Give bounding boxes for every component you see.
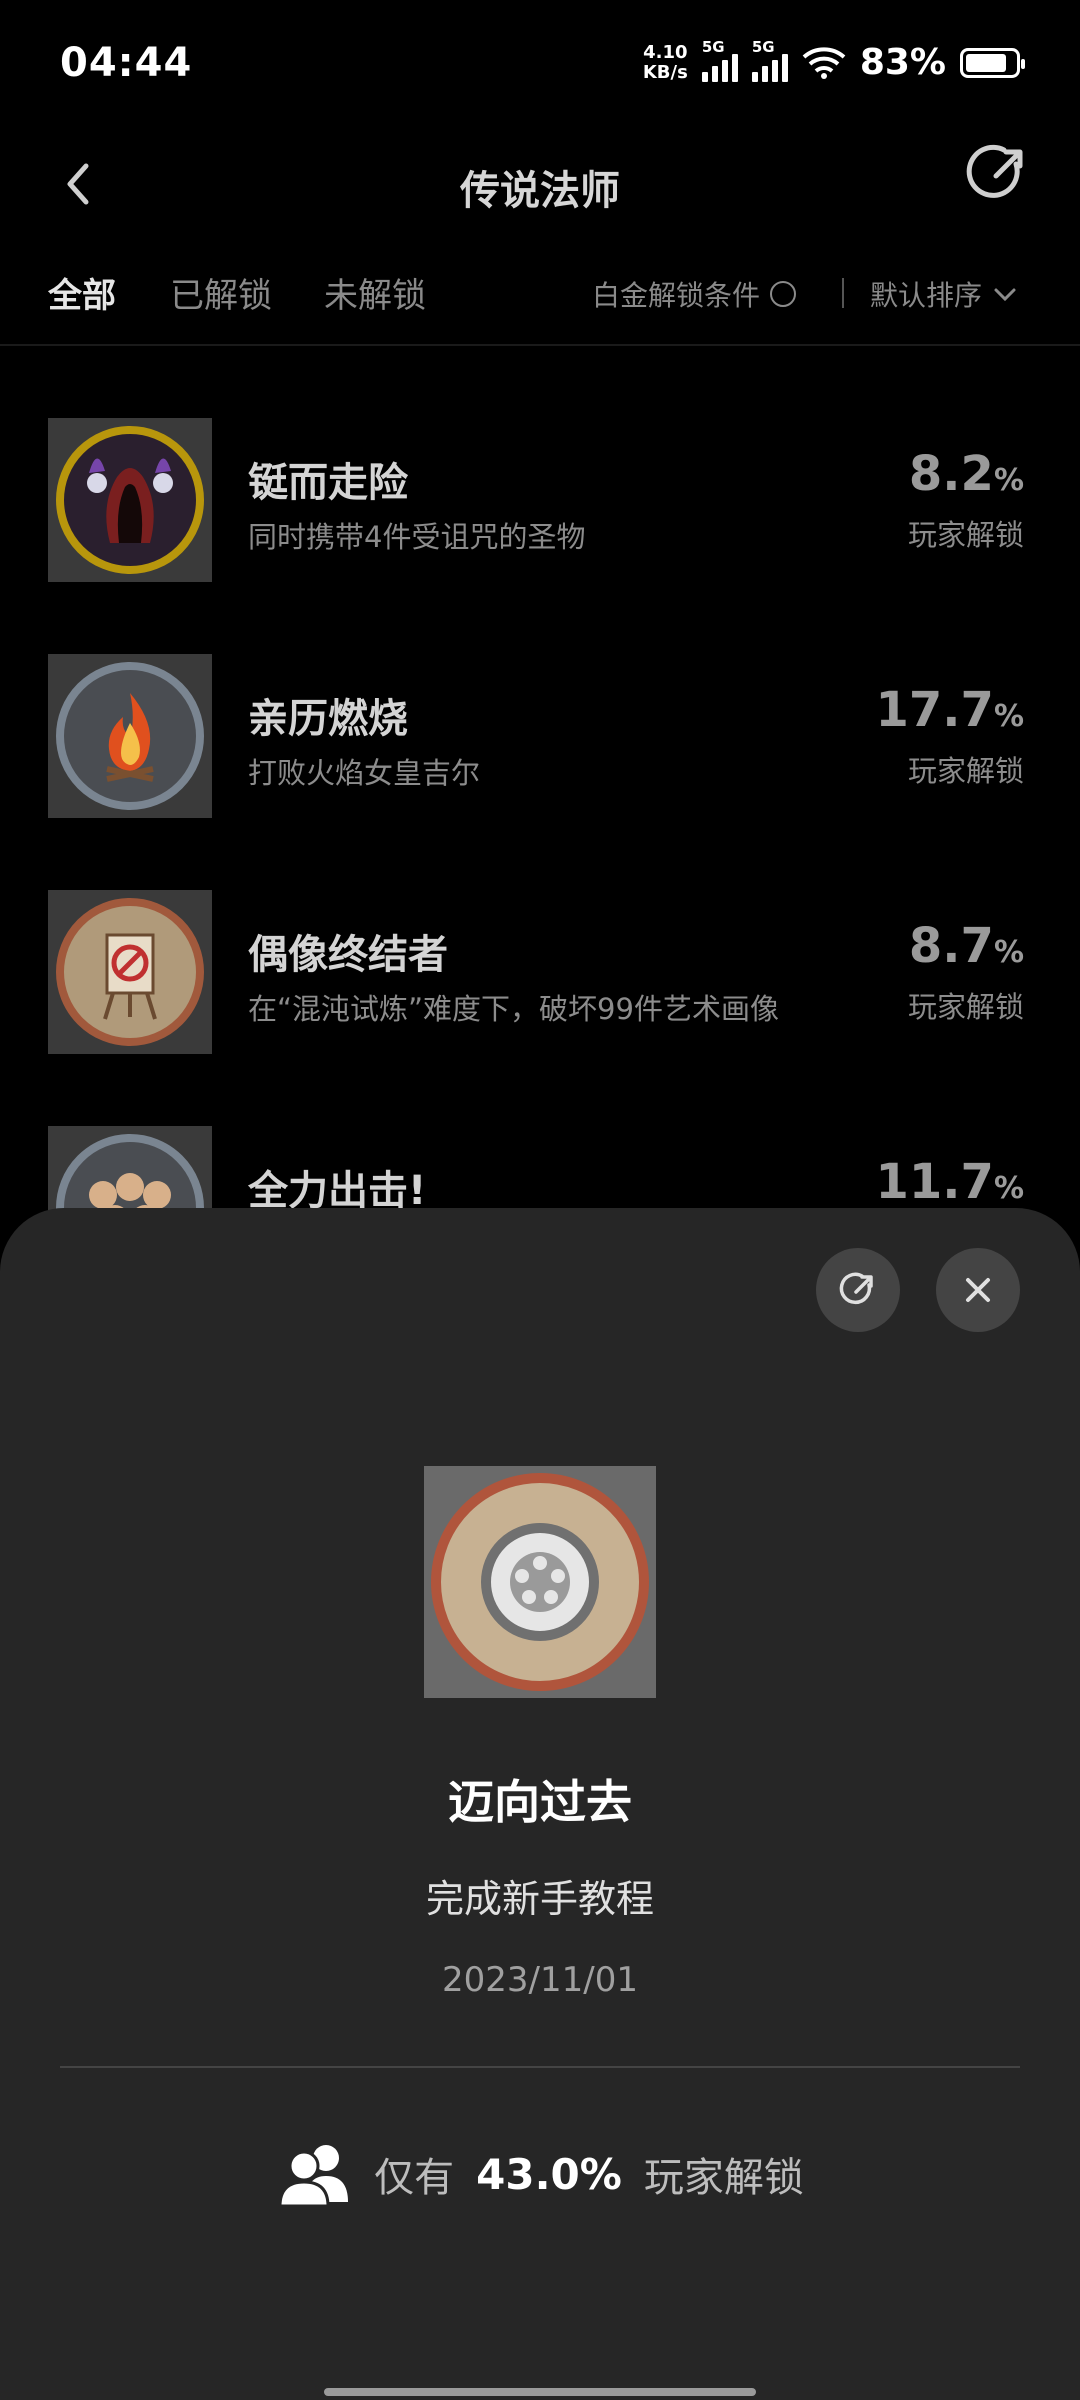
achievement-desc: 同时携带4件受诅咒的圣物 bbox=[248, 520, 586, 554]
wifi-icon bbox=[802, 46, 846, 79]
home-indicator[interactable] bbox=[324, 2388, 756, 2396]
divider bbox=[60, 2066, 1020, 2068]
stats-suffix: 玩家解锁 bbox=[643, 2155, 804, 2201]
platinum-filter[interactable]: 白金解锁条件 bbox=[592, 274, 797, 314]
achievement-description: 完成新手教程 bbox=[425, 1877, 654, 1921]
unlock-percent: 17.7% bbox=[875, 682, 1025, 738]
platinum-filter-label: 白金解锁条件 bbox=[592, 279, 761, 312]
list-item[interactable]: 亲历燃烧 打败火焰女皇吉尔 17.7% 玩家解锁 bbox=[0, 636, 1080, 872]
close-icon bbox=[966, 1278, 990, 1302]
stats-prefix: 仅有 bbox=[374, 2155, 455, 2201]
unlock-stats: 仅有 43.0% 玩家解锁 bbox=[0, 2142, 1080, 2206]
signal-icon: 5G bbox=[701, 38, 738, 82]
network-speed: 4.10 KB/s bbox=[642, 41, 688, 83]
unlock-percent: 8.7% bbox=[908, 918, 1024, 974]
unlock-percent: 8.2% bbox=[908, 446, 1024, 502]
users-icon bbox=[278, 2145, 349, 2206]
sort-dropdown[interactable]: 默认排序 bbox=[870, 274, 1018, 314]
achievement-badge bbox=[48, 890, 212, 1054]
achievement-title: 迈向过去 bbox=[448, 1775, 632, 1829]
unlock-date: 2023/11/01 bbox=[442, 1960, 638, 2000]
achievement-name: 铤而走险 bbox=[248, 460, 408, 506]
chevron-down-icon bbox=[994, 288, 1016, 302]
cursed-mage-icon bbox=[56, 426, 204, 574]
filter-tabs: 全部 已解锁 未解锁 白金解锁条件 默认排序 bbox=[0, 262, 1080, 346]
radio-icon[interactable] bbox=[770, 281, 797, 307]
battery-percent: 83% bbox=[859, 42, 946, 83]
achievement-name: 偶像终结者 bbox=[248, 932, 448, 978]
easel-icon bbox=[56, 898, 204, 1046]
battery-fill bbox=[966, 53, 1006, 72]
close-button[interactable] bbox=[936, 1248, 1020, 1332]
unlock-label: 玩家解锁 bbox=[907, 754, 1024, 788]
flame-icon bbox=[56, 662, 204, 810]
unlock-label: 玩家解锁 bbox=[907, 518, 1024, 552]
status-bar: 04:44 4.10 KB/s 5G 5G 83% bbox=[0, 0, 1080, 130]
unlock-label: 玩家解锁 bbox=[907, 990, 1024, 1024]
sheet-share-button[interactable] bbox=[816, 1248, 900, 1332]
tab-unlocked[interactable]: 已解锁 bbox=[170, 268, 272, 317]
share-icon bbox=[839, 1272, 873, 1305]
list-item[interactable]: 偶像终结者 在“混沌试炼”难度下，破坏99件艺术画像 8.7% 玩家解锁 bbox=[0, 872, 1080, 1108]
status-time: 04:44 bbox=[60, 40, 193, 86]
unlock-percent: 11.7% bbox=[875, 1154, 1025, 1210]
achievement-detail-sheet: 迈向过去 完成新手教程 2023/11/01 仅有 43.0% 玩家解锁 bbox=[0, 1208, 1080, 2400]
tab-all[interactable]: 全部 bbox=[48, 268, 116, 317]
achievement-badge bbox=[48, 418, 212, 582]
signal-icon: 5G bbox=[751, 38, 788, 82]
sort-label: 默认排序 bbox=[870, 279, 983, 312]
page-title: 传说法师 bbox=[460, 168, 620, 214]
achievement-desc: 在“混沌试炼”难度下，破坏99件艺术画像 bbox=[248, 992, 779, 1026]
achievement-list: 铤而走险 同时携带4件受诅咒的圣物 8.2% 玩家解锁 亲历燃烧 打败火焰女皇吉… bbox=[0, 400, 1080, 1344]
achievement-badge bbox=[48, 654, 212, 818]
battery-icon bbox=[960, 47, 1025, 78]
stats-value: 43.0% bbox=[476, 2149, 622, 2199]
app-header: 传说法师 bbox=[0, 130, 1080, 240]
divider bbox=[842, 278, 844, 308]
tab-locked[interactable]: 未解锁 bbox=[324, 268, 426, 317]
share-icon[interactable] bbox=[966, 140, 1032, 206]
list-item[interactable]: 铤而走险 同时携带4件受诅咒的圣物 8.2% 玩家解锁 bbox=[0, 400, 1080, 636]
status-icons: 4.10 KB/s 5G 5G 83% bbox=[642, 38, 1025, 83]
achievement-desc: 打败火焰女皇吉尔 bbox=[248, 756, 481, 790]
wheel-icon bbox=[431, 1473, 649, 1691]
achievement-badge-large bbox=[424, 1466, 656, 1698]
achievement-name: 亲历燃烧 bbox=[248, 696, 408, 742]
